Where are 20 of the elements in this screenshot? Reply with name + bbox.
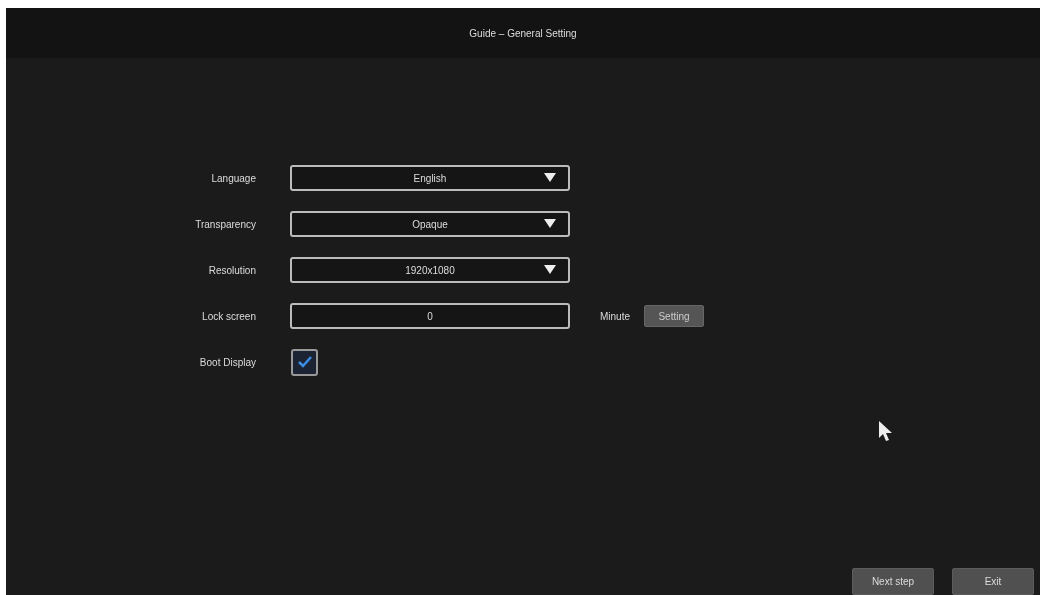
checkbox[interactable] bbox=[291, 348, 318, 376]
dropdown[interactable]: 1920x1080 bbox=[290, 257, 570, 283]
caret-icon bbox=[544, 173, 556, 182]
checkmark-icon bbox=[297, 356, 312, 368]
input-field[interactable]: 0 bbox=[290, 303, 570, 329]
window-title: Guide – General Setting bbox=[469, 27, 577, 39]
dropdown[interactable]: English bbox=[290, 165, 570, 191]
setting-label: Lock screen bbox=[201, 310, 256, 322]
setting-label: Boot Display bbox=[198, 356, 256, 368]
setting-label: Language bbox=[210, 172, 256, 184]
setting-label: Resolution bbox=[207, 264, 256, 276]
setting-button[interactable]: Setting bbox=[644, 305, 704, 327]
footer-button[interactable]: Exit bbox=[952, 568, 1034, 595]
setting-label: Transparency bbox=[194, 218, 256, 230]
footer-button[interactable]: Next step bbox=[852, 568, 934, 595]
caret-icon bbox=[544, 265, 556, 274]
unit-label: Minute bbox=[600, 310, 630, 322]
mouse-pointer-icon bbox=[878, 420, 894, 442]
dropdown[interactable]: Opaque bbox=[290, 211, 570, 237]
caret-icon bbox=[544, 219, 556, 228]
